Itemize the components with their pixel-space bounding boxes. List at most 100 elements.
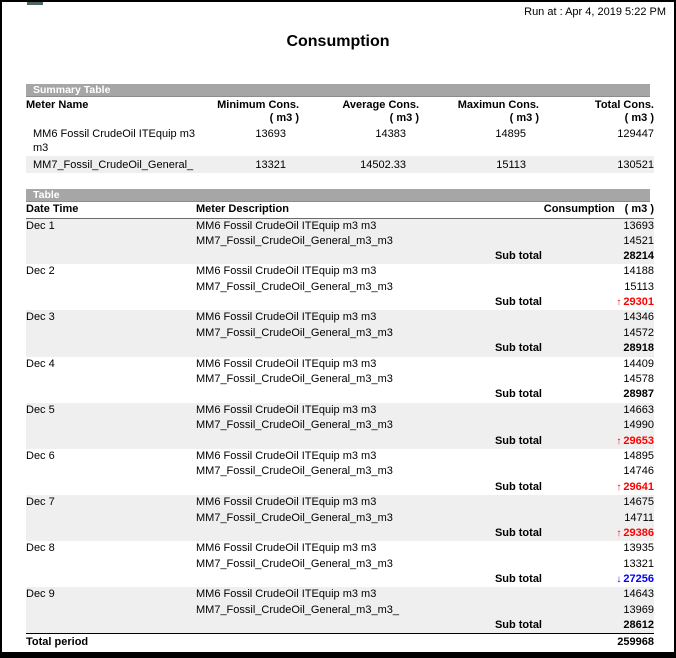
sub-total-row: Sub total28214 <box>26 249 654 264</box>
detail-meter-row: Dec 8MM6 Fossil CrudeOil ITEquip m3 m3 13… <box>26 541 654 556</box>
sub-total-label: Sub total <box>476 434 542 449</box>
detail-table: Date Time Meter Description Consumption(… <box>26 202 654 651</box>
sub-total-value: 28214 <box>542 249 654 264</box>
total-period-row: Total period 259968 <box>26 634 654 651</box>
detail-meter-row: Dec 3MM6 Fossil CrudeOil ITEquip m3 m314… <box>26 310 654 325</box>
sub-total-row: Sub total28612 <box>26 618 654 634</box>
sub-total-label: Sub total <box>476 295 542 310</box>
meter-description-cell: MM7_Fossil_CrudeOil_General_m3_m3 <box>196 280 476 295</box>
summary-col-label: Meter Name <box>26 99 196 112</box>
summary-col-label: Average Cons. <box>299 99 419 112</box>
spacer-cell <box>476 587 542 602</box>
consumption-value-cell: 14675 <box>542 495 654 510</box>
consumption-unit: ( m3 ) <box>625 203 654 215</box>
up-arrow-icon: ↑ <box>616 482 621 493</box>
consumption-value-cell: 14663 <box>542 403 654 418</box>
report-content: Summary Table Meter Name Minimum Cons. (… <box>2 84 674 651</box>
date-cell <box>26 480 196 495</box>
consumption-value-cell: 13969 <box>542 603 654 618</box>
consumption-value-cell: 14643 <box>542 587 654 602</box>
sub-total-value: 28612 <box>542 618 654 634</box>
spacer-cell <box>476 234 542 249</box>
meter-description-cell: MM7_Fossil_CrudeOil_General_m3_m3 <box>196 372 476 387</box>
detail-meter-row: MM7_Fossil_CrudeOil_General_m3_m3_ 13969 <box>26 603 654 618</box>
date-cell <box>26 280 196 295</box>
sub-total-value: ↑29301 <box>542 295 654 310</box>
consumption-label: Consumption <box>544 203 615 215</box>
detail-meter-row: MM7_Fossil_CrudeOil_General_m3_m314711 <box>26 511 654 526</box>
summary-table-body: MM6 Fossil CrudeOil ITEquip m3 m31369314… <box>26 125 654 173</box>
date-cell <box>26 387 196 402</box>
sub-total-row: Sub total↑29301 <box>26 295 654 310</box>
detail-meter-row: MM7_Fossil_CrudeOil_General_m3_m314578 <box>26 372 654 387</box>
sub-total-label: Sub total <box>476 249 542 264</box>
spacer-cell <box>476 280 542 295</box>
sub-total-row: Sub total↑29641 <box>26 480 654 495</box>
date-cell <box>26 234 196 249</box>
consumption-value-cell: 13321 <box>542 557 654 572</box>
detail-meter-row: Dec 4MM6 Fossil CrudeOil ITEquip m3 m314… <box>26 357 654 372</box>
spacer-cell <box>196 387 476 402</box>
meter-description-cell: MM7_Fossil_CrudeOil_General_m3_m3 <box>196 326 476 341</box>
meter-description-cell: MM6 Fossil CrudeOil ITEquip m3 m3 <box>196 449 476 464</box>
consumption-value-cell: 14990 <box>542 418 654 433</box>
spacer-cell <box>476 264 542 279</box>
spacer-cell <box>476 372 542 387</box>
date-cell: Dec 4 <box>26 357 196 372</box>
summary-table: Meter Name Minimum Cons. ( m3 ) Average … <box>26 97 654 173</box>
summary-col-meter-name: Meter Name <box>26 97 196 125</box>
consumption-report-page: Run at : Apr 4, 2019 5:22 PM Consumption… <box>0 0 676 658</box>
detail-meter-row: Dec 1MM6 Fossil CrudeOil ITEquip m3 m3 13… <box>26 218 654 234</box>
summary-col-unit: ( m3 ) <box>196 112 299 125</box>
spacer-cell <box>196 341 476 356</box>
date-cell <box>26 249 196 264</box>
consumption-value-cell: 13693 <box>542 218 654 234</box>
meter-description-cell: MM7_Fossil_CrudeOil_General_m3_m3 <box>196 234 476 249</box>
summary-col-average: Average Cons. ( m3 ) <box>299 97 419 125</box>
detail-meter-row: Dec 5MM6 Fossil CrudeOil ITEquip m3 m314… <box>26 403 654 418</box>
spacer-cell <box>476 541 542 556</box>
summary-row: MM6 Fossil CrudeOil ITEquip m3 m31369314… <box>26 125 654 156</box>
summary-col-unit: ( m3 ) <box>299 112 419 125</box>
summary-avg-value: 14383 <box>299 125 419 156</box>
date-cell: Dec 8 <box>26 541 196 556</box>
spacer-cell <box>196 480 476 495</box>
spacer-cell <box>476 403 542 418</box>
summary-section-header: Summary Table <box>26 84 650 97</box>
spacer-cell <box>196 249 476 264</box>
page-title: Consumption <box>2 33 674 51</box>
spacer-cell <box>476 418 542 433</box>
meter-description-cell: MM6 Fossil CrudeOil ITEquip m3 m3 <box>196 218 476 234</box>
detail-meter-row: MM7_Fossil_CrudeOil_General_m3_m3 14521 <box>26 234 654 249</box>
consumption-value-cell: 14521 <box>542 234 654 249</box>
date-cell <box>26 326 196 341</box>
meter-description-cell: MM7_Fossil_CrudeOil_General_m3_m3_ <box>196 603 476 618</box>
detail-meter-row: MM7_Fossil_CrudeOil_General_m3_m3 15113 <box>26 280 654 295</box>
date-cell <box>26 603 196 618</box>
consumption-value-cell: 14895 <box>542 449 654 464</box>
date-cell <box>26 464 196 479</box>
meter-description-cell: MM6 Fossil CrudeOil ITEquip m3 m3 <box>196 264 476 279</box>
consumption-value-cell: 15113 <box>542 280 654 295</box>
consumption-value-cell: 14346 <box>542 310 654 325</box>
spacer-cell <box>476 310 542 325</box>
summary-row: MM7_Fossil_CrudeOil_General_1332114502.3… <box>26 156 654 173</box>
sub-total-row: Sub total28918 <box>26 341 654 356</box>
meter-description-cell: MM7_Fossil_CrudeOil_General_m3_m3 <box>196 464 476 479</box>
summary-col-unit: ( m3 ) <box>419 112 539 125</box>
date-cell: Dec 1 <box>26 218 196 234</box>
detail-meter-row: MM7_Fossil_CrudeOil_General_m3_m314572 <box>26 326 654 341</box>
spacer-cell <box>196 618 476 634</box>
sub-total-value: 28987 <box>542 387 654 402</box>
consumption-value-cell: 13935 <box>542 541 654 556</box>
meter-description-cell: MM6 Fossil CrudeOil ITEquip m3 m3 <box>196 541 476 556</box>
meter-description-cell: MM6 Fossil CrudeOil ITEquip m3 m3 <box>196 587 476 602</box>
date-cell: Dec 2 <box>26 264 196 279</box>
date-cell <box>26 341 196 356</box>
spacer-cell <box>476 464 542 479</box>
summary-col-minimum: Minimum Cons. ( m3 ) <box>196 97 299 125</box>
sub-total-label: Sub total <box>476 618 542 634</box>
spacer-cell <box>476 218 542 234</box>
scan-artifact-mark <box>27 2 43 5</box>
summary-total-value: 129447 <box>539 125 654 156</box>
